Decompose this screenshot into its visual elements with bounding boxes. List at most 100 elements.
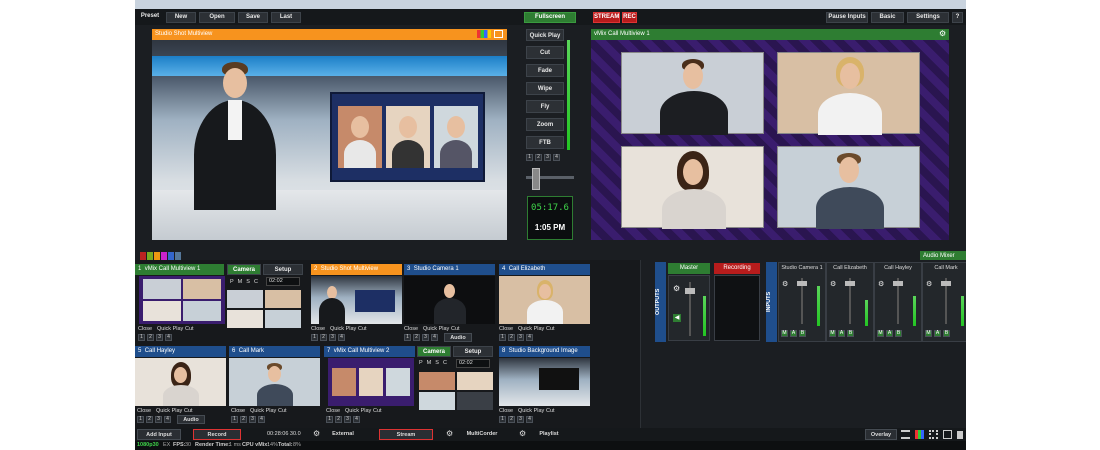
lock-icon[interactable] (957, 431, 963, 439)
input-5-thumbnail[interactable] (135, 358, 226, 406)
channel-4-b[interactable]: B (943, 330, 950, 337)
input-7-quickplay[interactable]: Quick Play (345, 407, 371, 415)
input-8-num-1[interactable]: 1 (499, 416, 506, 423)
basic-button[interactable]: Basic (871, 12, 904, 23)
input-1-cam-b[interactable] (265, 290, 301, 308)
output-video[interactable] (591, 40, 949, 240)
input-5-quickplay[interactable]: Quick Play (156, 407, 182, 415)
channel-3-b[interactable]: B (895, 330, 902, 337)
input-2-num-2[interactable]: 2 (320, 334, 327, 341)
input-6-quickplay[interactable]: Quick Play (250, 407, 276, 415)
t-bar-handle[interactable] (532, 168, 540, 190)
page-2-button[interactable]: 2 (535, 154, 542, 161)
input-8-quickplay[interactable]: Quick Play (518, 407, 544, 415)
input-1-cam-c[interactable] (227, 310, 263, 328)
input-1-thumbnail[interactable] (139, 276, 225, 324)
mix-m[interactable]: M (427, 360, 436, 366)
input-7-num-2[interactable]: 2 (335, 416, 342, 423)
input-1-header[interactable]: 1 vMix Call Multiview 1 (135, 264, 224, 275)
new-button[interactable]: New (166, 12, 196, 23)
save-button[interactable]: Save (238, 12, 268, 23)
input-5-cut[interactable]: Cut (184, 407, 193, 415)
external-gear-icon[interactable]: ⚙ (313, 429, 320, 439)
input-1-close[interactable]: Close (138, 325, 152, 333)
input-7-num-4[interactable]: 4 (353, 416, 360, 423)
multicorder-gear-icon[interactable]: ⚙ (446, 429, 453, 439)
input-4-num-1[interactable]: 1 (499, 334, 506, 341)
fly-button[interactable]: Fly (526, 100, 564, 113)
mix-p[interactable]: P (230, 279, 238, 285)
input-8-cut[interactable]: Cut (546, 407, 555, 415)
channel-3-gear-icon[interactable]: ⚙ (878, 280, 884, 288)
input-7-value-field[interactable]: 02:02 (456, 359, 490, 368)
input-4-num-2[interactable]: 2 (508, 334, 515, 341)
input-7-cam-d[interactable] (457, 392, 493, 410)
master-speaker-icon[interactable]: ◀ (673, 314, 681, 322)
input-7-cam-a[interactable] (419, 372, 455, 390)
input-7-setup-tab[interactable]: Setup (453, 346, 493, 357)
playlist-button[interactable]: Playlist (529, 429, 569, 440)
window-icon[interactable] (494, 30, 503, 38)
input-1-num-4[interactable]: 4 (165, 334, 172, 341)
rec-indicator[interactable]: REC (622, 12, 637, 23)
input-5-num-2[interactable]: 2 (146, 416, 153, 423)
wipe-button[interactable]: Wipe (526, 82, 564, 95)
input-6-header[interactable]: 6 Call Mark (229, 346, 320, 357)
external-button[interactable]: External (323, 429, 363, 440)
open-button[interactable]: Open (199, 12, 235, 23)
page-3-button[interactable]: 3 (544, 154, 551, 161)
input-1-num-3[interactable]: 3 (156, 334, 163, 341)
record-button[interactable]: Record (193, 429, 241, 440)
page-1-button[interactable]: 1 (526, 154, 533, 161)
input-1-mix-letters[interactable]: PMSC (230, 278, 262, 286)
stream-indicator[interactable]: STREAM (593, 12, 620, 23)
channel-2-gear-icon[interactable]: ⚙ (830, 280, 836, 288)
input-4-quickplay[interactable]: Quick Play (518, 325, 544, 333)
input-8-header[interactable]: 8 Studio Background Image (499, 346, 590, 357)
channel-1-fader[interactable] (797, 281, 807, 286)
input-8-num-3[interactable]: 3 (517, 416, 524, 423)
input-1-cut[interactable]: Cut (185, 325, 194, 333)
preview-video[interactable] (152, 40, 507, 240)
input-1-value-field[interactable]: 02:02 (266, 277, 300, 286)
multi-view-icon[interactable] (943, 430, 952, 439)
input-4-audio-button[interactable]: Audio (444, 333, 472, 342)
input-3-num-1[interactable]: 1 (404, 334, 411, 341)
input-3-header[interactable]: 3 Studio Camera 1 (404, 264, 495, 275)
input-3-num-2[interactable]: 2 (413, 334, 420, 341)
add-input-button[interactable]: Add Input (137, 429, 181, 440)
input-3-thumbnail[interactable] (404, 276, 495, 324)
input-8-close[interactable]: Close (499, 407, 513, 415)
multicorder-button[interactable]: MultiCorder (457, 429, 507, 440)
master-channel[interactable]: ⚙ ◀ (668, 275, 710, 341)
input-7-camera-tab[interactable]: Camera (417, 346, 451, 357)
recording-channel[interactable] (714, 275, 760, 341)
input-2-quickplay[interactable]: Quick Play (330, 325, 356, 333)
last-button[interactable]: Last (271, 12, 301, 23)
input-1-num-2[interactable]: 2 (147, 334, 154, 341)
channel-1-gear-icon[interactable]: ⚙ (782, 280, 788, 288)
input-6-cut[interactable]: Cut (278, 407, 287, 415)
input-6-num-1[interactable]: 1 (231, 416, 238, 423)
channel-3-a[interactable]: A (886, 330, 893, 337)
input-7-cam-c[interactable] (419, 392, 455, 410)
input-2-num-1[interactable]: 1 (311, 334, 318, 341)
channel-4-a[interactable]: A (934, 330, 941, 337)
input-5-num-4[interactable]: 4 (164, 416, 171, 423)
input-1-camera-tab[interactable]: Camera (227, 264, 261, 275)
input-7-close[interactable]: Close (326, 407, 340, 415)
input-6-close[interactable]: Close (231, 407, 245, 415)
input-6-thumbnail[interactable] (229, 358, 320, 406)
gear-icon[interactable]: ⚙ (939, 30, 946, 38)
mix-s[interactable]: S (435, 360, 443, 366)
input-6-num-4[interactable]: 4 (258, 416, 265, 423)
input-2-close[interactable]: Close (311, 325, 325, 333)
cut-button[interactable]: Cut (526, 46, 564, 59)
input-4-num-3[interactable]: 3 (517, 334, 524, 341)
playlist-gear-icon[interactable]: ⚙ (519, 429, 526, 439)
input-1-cam-a[interactable] (227, 290, 263, 308)
pause-inputs-button[interactable]: Pause Inputs (826, 12, 868, 23)
input-5-num-1[interactable]: 1 (137, 416, 144, 423)
input-6-num-2[interactable]: 2 (240, 416, 247, 423)
input-3-quickplay[interactable]: Quick Play (423, 325, 449, 333)
